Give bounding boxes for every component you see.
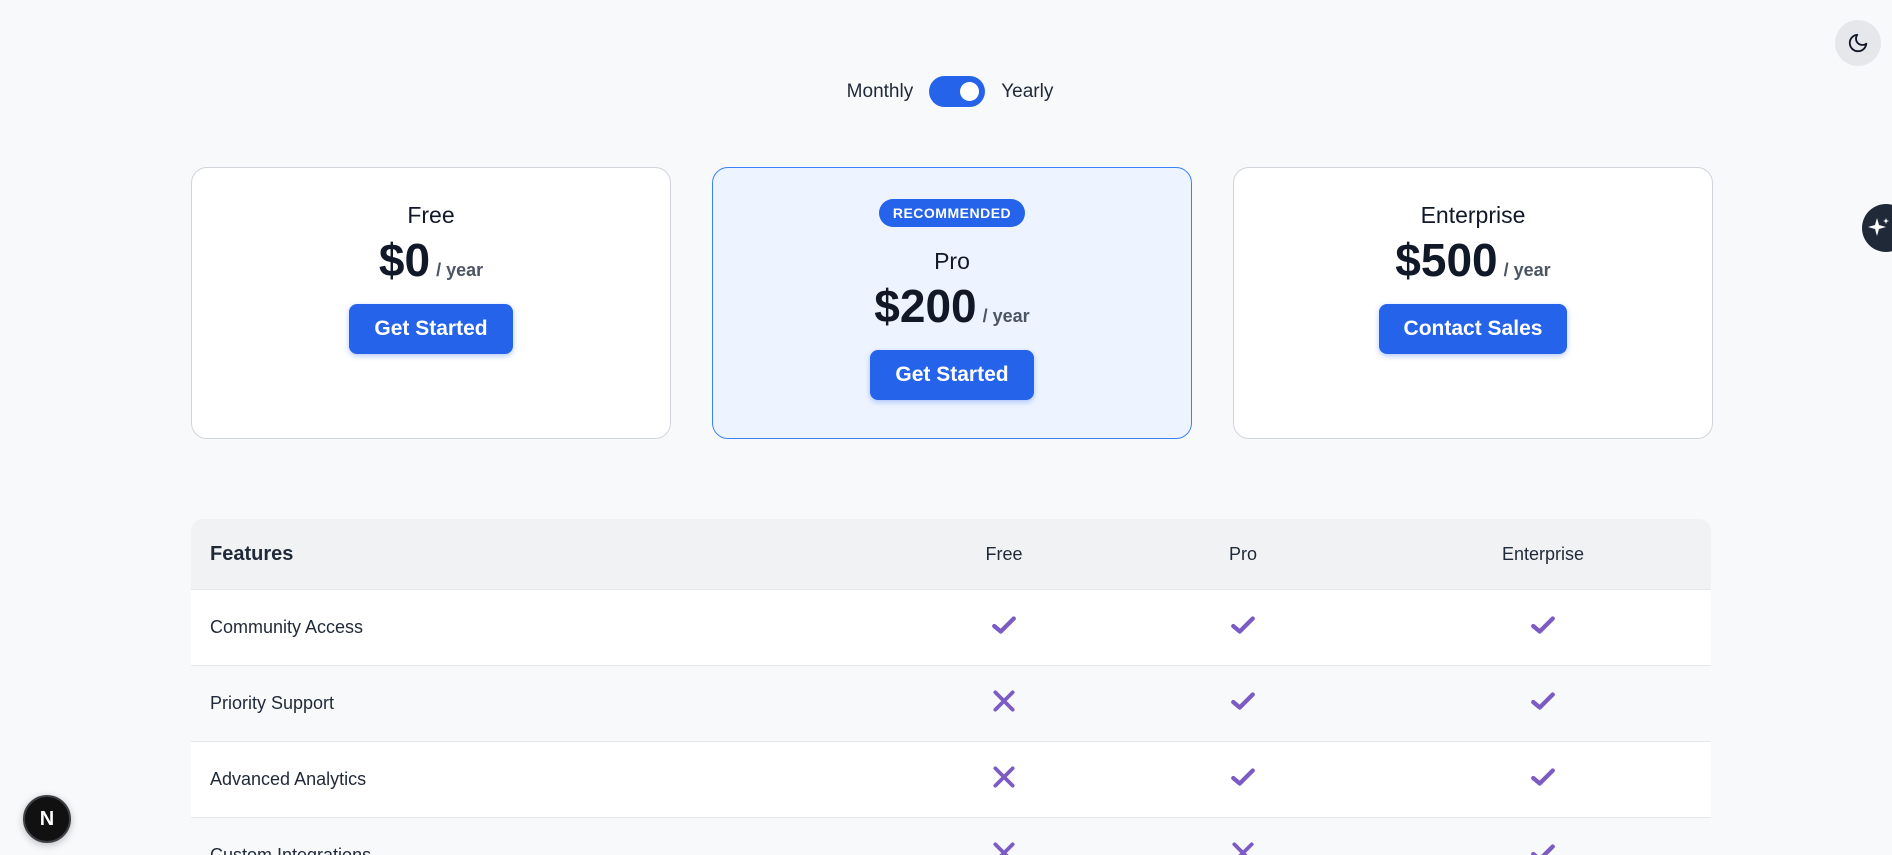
cell-pro [1095,612,1391,643]
theme-toggle-button[interactable] [1835,20,1881,66]
get-started-free-button[interactable]: Get Started [349,303,513,354]
table-header-row: Features Free Pro Enterprise [191,519,1711,590]
x-icon [1230,842,1256,855]
switch-knob [960,82,980,101]
cell-free [913,688,1095,719]
check-icon [1230,616,1256,642]
check-icon [1530,768,1556,794]
table-row: Custom Integrations [191,818,1711,855]
cell-enterprise [1377,840,1709,855]
features-table: Features Free Pro Enterprise Community A… [191,519,1711,855]
check-icon [1530,844,1556,855]
billing-period-switch[interactable] [929,76,986,107]
x-icon [991,766,1017,794]
plan-period: / year [436,260,484,280]
assistant-launcher-button[interactable] [1862,204,1892,252]
next-logo[interactable]: N [23,795,71,843]
plan-cards: Free $0 / year Get Started RECOMMENDED P… [191,167,1713,439]
cell-enterprise [1377,764,1709,795]
plan-price: $500 [1395,234,1498,286]
billing-toggle: Monthly Yearly [0,76,1892,107]
check-icon [1530,692,1556,718]
cell-pro [1095,688,1391,719]
sparkle-icon [1868,218,1889,236]
x-icon [991,690,1017,718]
contact-sales-button[interactable]: Contact Sales [1378,303,1568,354]
check-icon [1230,692,1256,718]
table-body: Community Access Priority Support Advanced… [191,590,1711,855]
header-features: Features [210,542,294,565]
cell-enterprise [1377,688,1709,719]
header-pro: Pro [1228,543,1257,564]
check-icon [1530,616,1556,642]
plan-name: Pro [934,248,970,274]
feature-name: Custom Integrations [210,845,372,855]
cell-free [913,764,1095,795]
price-row: $0 / year [379,235,483,286]
monthly-label[interactable]: Monthly [847,81,914,103]
feature-name: Community Access [210,617,364,637]
price-row: $500 / year [1395,235,1550,286]
header-free: Free [985,543,1023,564]
plan-price: $200 [874,280,977,332]
x-icon [991,842,1017,855]
table-row: Priority Support [191,666,1711,742]
check-icon [991,616,1017,642]
cell-pro [1095,764,1391,795]
table-row: Community Access [191,590,1711,666]
plan-card-pro: RECOMMENDED Pro $200 / year Get Started [712,167,1192,439]
plan-period: / year [1503,260,1551,280]
pricing-page: N Monthly Yearly Free $0 / year Get Star… [0,0,1892,855]
cell-enterprise [1377,612,1709,643]
get-started-pro-button[interactable]: Get Started [870,349,1034,400]
cell-free [913,840,1095,855]
plan-card-free: Free $0 / year Get Started [191,167,671,439]
feature-name: Priority Support [210,693,335,713]
moon-icon [1848,33,1868,53]
framework-badge-letter: N [39,807,55,830]
plan-card-enterprise: Enterprise $500 / year Contact Sales [1233,167,1713,439]
cell-pro [1095,840,1391,855]
price-row: $200 / year [874,281,1029,332]
plan-period: / year [982,306,1030,326]
header-enterprise: Enterprise [1501,543,1585,564]
plan-name: Free [407,202,455,228]
cell-free [913,612,1095,643]
recommended-badge: RECOMMENDED [878,199,1026,227]
table-row: Advanced Analytics [191,742,1711,818]
plan-name: Enterprise [1420,202,1526,228]
plan-price: $0 [378,234,431,286]
feature-name: Advanced Analytics [210,769,367,789]
yearly-label[interactable]: Yearly [1001,81,1053,103]
check-icon [1230,768,1256,794]
